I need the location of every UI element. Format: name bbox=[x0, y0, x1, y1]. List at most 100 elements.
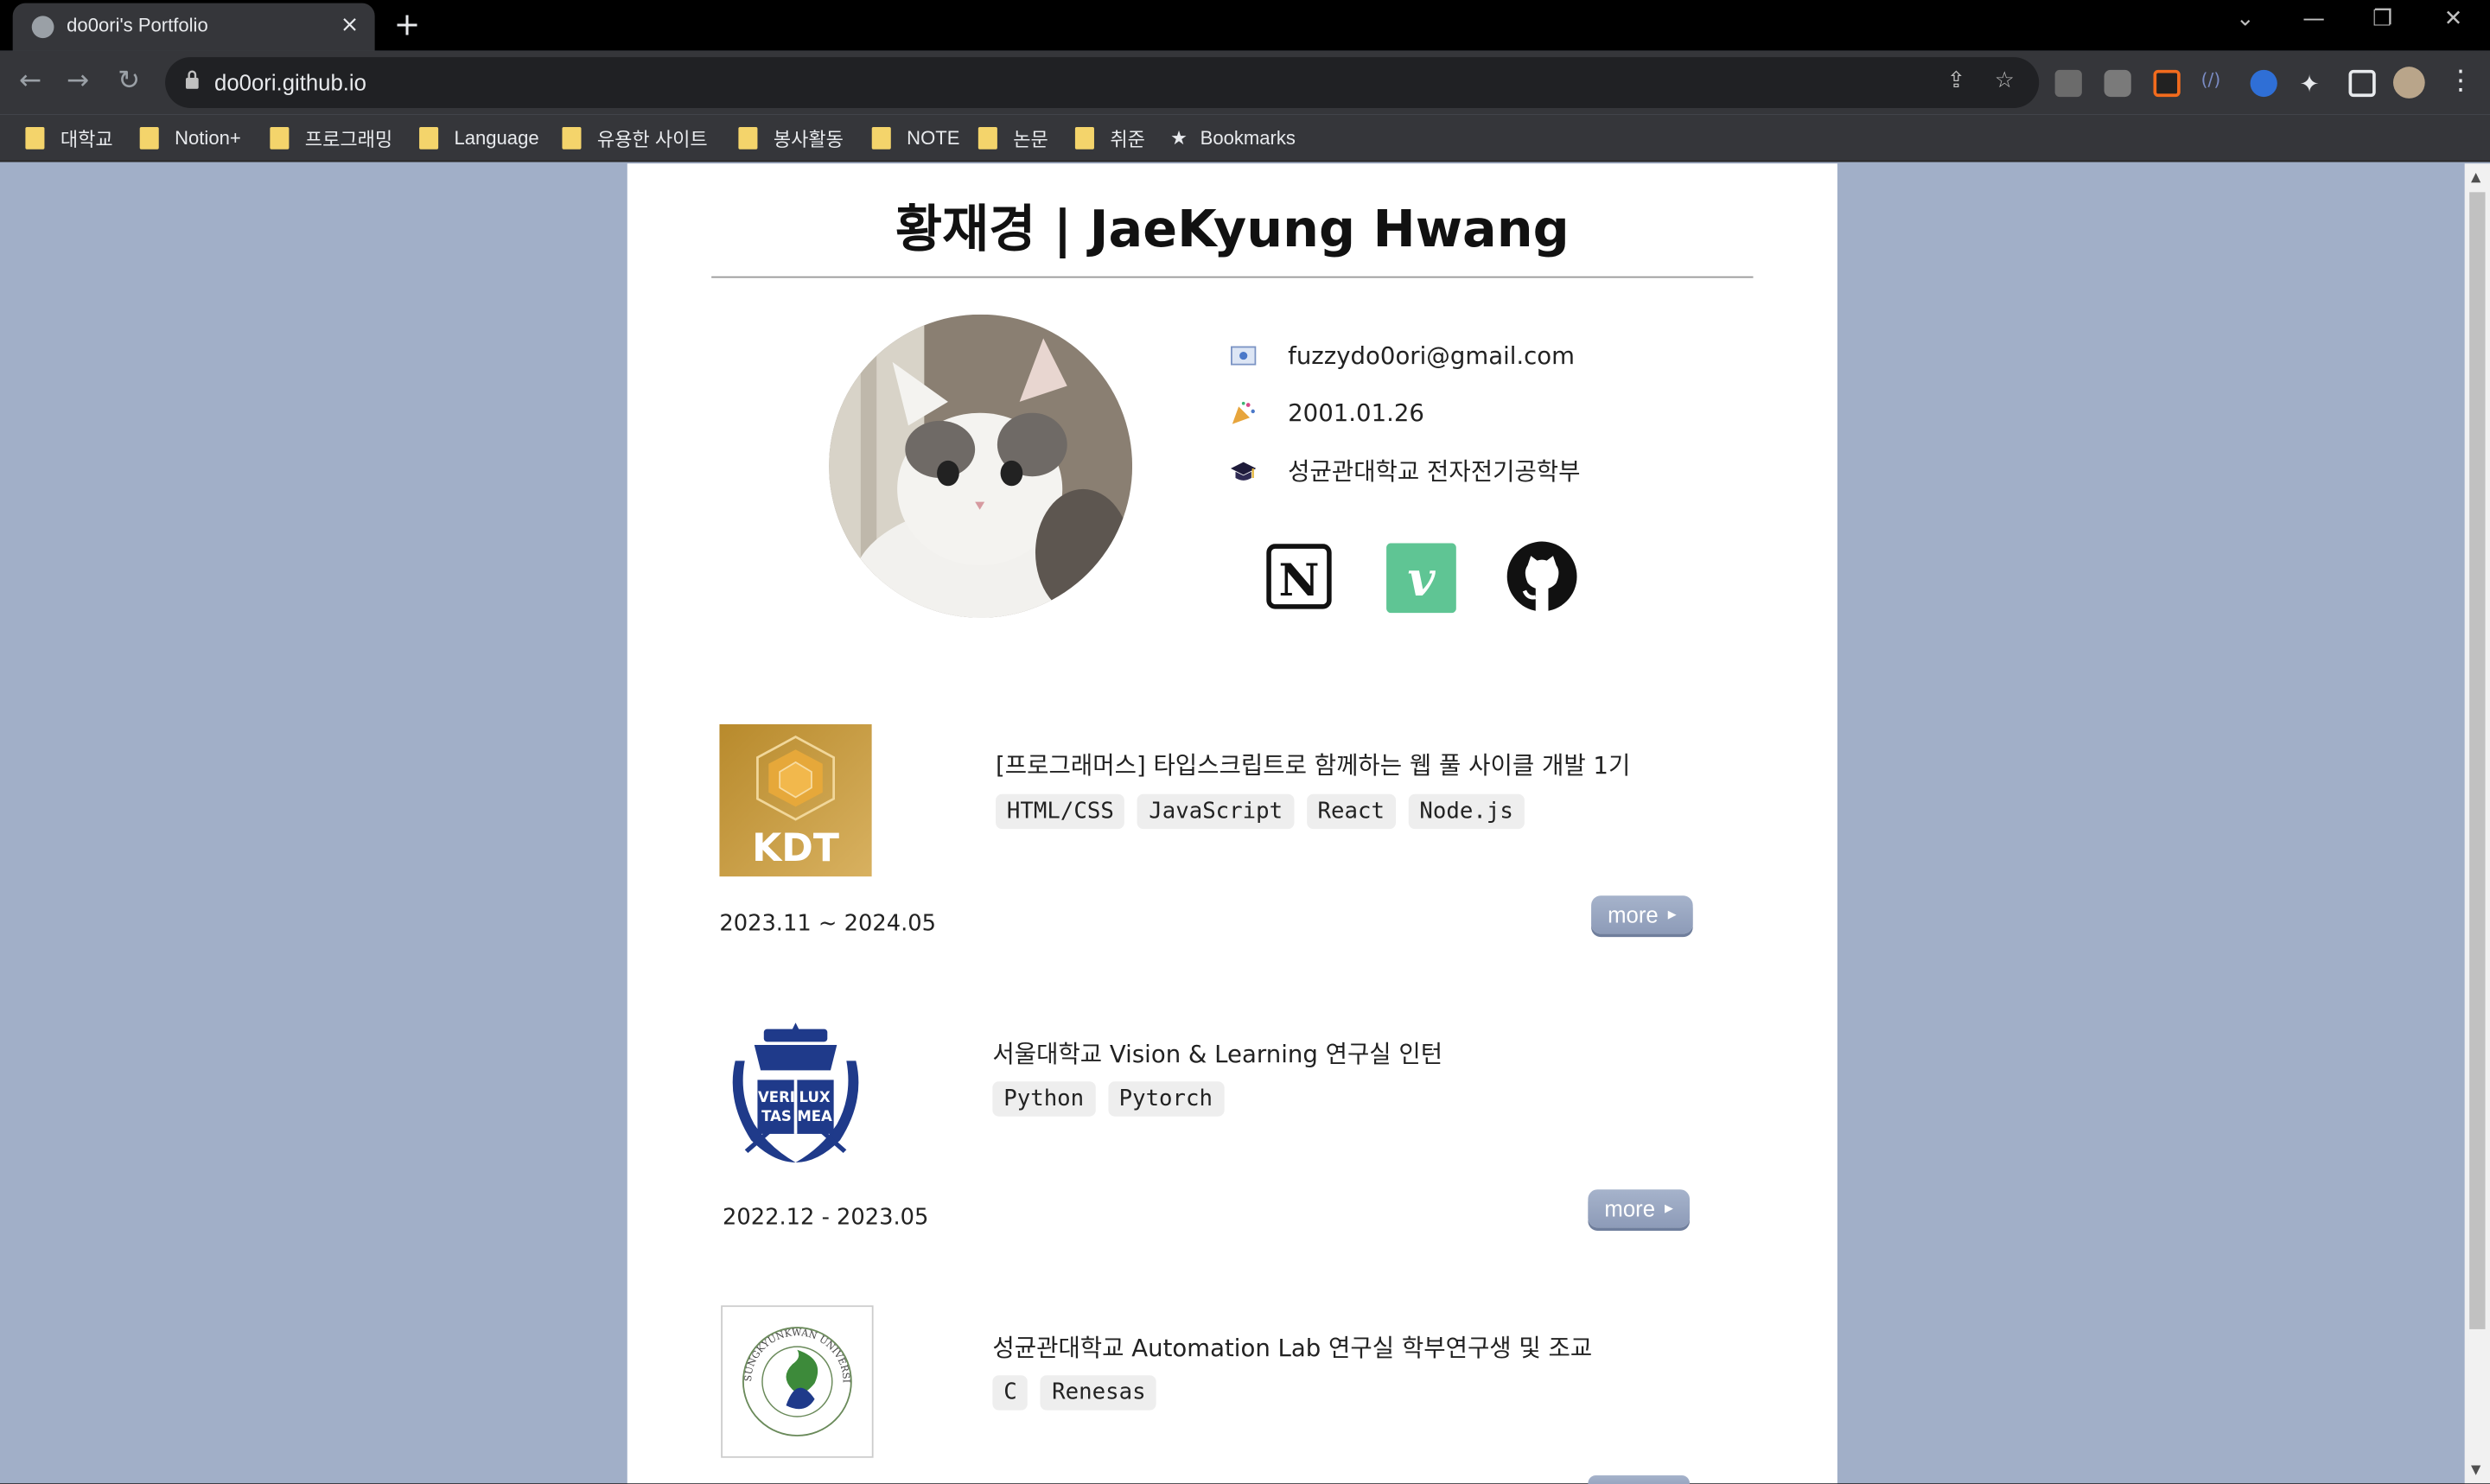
camera-icon[interactable] bbox=[2104, 69, 2131, 98]
share-icon[interactable]: ⇪ bbox=[1947, 68, 1966, 93]
kdt-logo-text: KDT bbox=[752, 826, 839, 870]
bookmark-folder[interactable]: 대학교 bbox=[25, 124, 113, 152]
circle-extension-icon[interactable] bbox=[2250, 69, 2277, 98]
url-text: do0ori.github.io bbox=[214, 69, 366, 96]
divider bbox=[711, 276, 1754, 278]
tag: C bbox=[992, 1375, 1028, 1411]
minimize-button[interactable]: — bbox=[2302, 6, 2325, 31]
scroll-up-arrow-icon[interactable]: ▲ bbox=[2471, 170, 2480, 185]
folder-icon bbox=[139, 126, 159, 150]
page-title: 황재경 | JaeKyung Hwang bbox=[895, 198, 1570, 259]
tag: HTML/CSS bbox=[996, 793, 1125, 830]
tag: Node.js bbox=[1408, 793, 1525, 830]
tag-list: C Renesas bbox=[992, 1375, 1157, 1411]
more-button[interactable]: more ▶ bbox=[1588, 1189, 1690, 1228]
bookmark-folder[interactable]: 프로그래밍 bbox=[270, 124, 392, 152]
caret-right-icon: ▶ bbox=[1665, 1201, 1673, 1215]
project-date: 2022.12 - 2023.05 bbox=[723, 1205, 929, 1231]
logo-text: VERI bbox=[758, 1089, 795, 1105]
back-arrow-icon[interactable]: ← bbox=[19, 65, 41, 97]
tag: React bbox=[1306, 793, 1396, 830]
wappalyzer-icon[interactable]: (/) bbox=[2201, 70, 2228, 97]
svg-text:v: v bbox=[1407, 551, 1436, 607]
envelope-icon bbox=[1230, 343, 1257, 368]
forward-arrow-icon[interactable]: → bbox=[67, 65, 89, 97]
folder-icon bbox=[419, 126, 439, 150]
project-date: 2023.11 ~ 2024.05 bbox=[719, 911, 937, 938]
lock-icon bbox=[185, 70, 199, 89]
tag: Python bbox=[992, 1081, 1096, 1117]
folder-icon bbox=[738, 126, 758, 150]
bookmark-folder[interactable]: 유용한 사이트 bbox=[562, 124, 708, 152]
folder-icon bbox=[871, 126, 891, 150]
more-button[interactable] bbox=[1588, 1474, 1690, 1484]
portfolio-container: 황재경 | JaeKyung Hwang fuzzydo0ori@gmail.c… bbox=[627, 163, 1837, 1484]
email-row: fuzzydo0ori@gmail.com bbox=[1230, 341, 1575, 370]
bookmark-folder[interactable]: Notion+ bbox=[139, 124, 241, 152]
school-text: 성균관대학교 전자전기공학부 bbox=[1288, 457, 1581, 487]
folder-icon bbox=[978, 126, 997, 150]
github-icon[interactable] bbox=[1506, 540, 1579, 614]
email-text[interactable]: fuzzydo0ori@gmail.com bbox=[1288, 341, 1575, 370]
menu-kebab-icon[interactable]: ⋮ bbox=[2447, 65, 2474, 97]
tab-search-icon[interactable]: ⌄ bbox=[2236, 6, 2255, 31]
address-bar[interactable]: do0ori.github.io ⇪ ☆ bbox=[165, 57, 2040, 108]
bookmark-folder[interactable]: Language bbox=[419, 124, 539, 152]
bookmarks-link[interactable]: ★ Bookmarks bbox=[1170, 124, 1296, 152]
bookmark-folder[interactable]: 봉사활동 bbox=[738, 124, 844, 152]
school-row: 성균관대학교 전자전기공학부 bbox=[1230, 454, 1581, 487]
birthday-row: 2001.01.26 bbox=[1231, 398, 1424, 427]
bookmark-folder[interactable]: 논문 bbox=[978, 124, 1048, 152]
folder-icon bbox=[562, 126, 582, 150]
tag: Renesas bbox=[1041, 1375, 1157, 1411]
skku-logo: SUNGKYUNKWAN UNIVERSITY bbox=[718, 1298, 874, 1458]
folder-icon bbox=[1074, 126, 1094, 150]
page-scrollbar[interactable]: ▲ ▼ bbox=[2464, 163, 2490, 1484]
party-popper-icon bbox=[1231, 400, 1256, 425]
lighthouse-icon[interactable] bbox=[2153, 69, 2181, 98]
tab-strip: do0ori's Portfolio × + ⌄ — ❐ ✕ bbox=[0, 0, 2490, 51]
bookmarks-bar: 대학교 Notion+ 프로그래밍 Language 유용한 사이트 봉사활동 … bbox=[0, 114, 2490, 162]
close-tab-icon[interactable]: × bbox=[341, 13, 360, 38]
project-title: [프로그래머스] 타입스크립트로 함께하는 웹 풀 사이클 개발 1기 bbox=[996, 751, 1631, 780]
reload-icon[interactable]: ↻ bbox=[118, 65, 140, 97]
browser-toolbar: ← → ↻ do0ori.github.io ⇪ ☆ (/) ✦ ⋮ bbox=[0, 50, 2490, 115]
folder-icon bbox=[25, 126, 45, 150]
star-icon: ★ bbox=[1170, 126, 1188, 150]
side-panel-icon[interactable] bbox=[2348, 69, 2376, 98]
tag-list: HTML/CSS JavaScript React Node.js bbox=[996, 793, 1525, 830]
web-page: 황재경 | JaeKyung Hwang fuzzydo0ori@gmail.c… bbox=[0, 163, 2490, 1484]
notion-icon[interactable]: N bbox=[1263, 540, 1336, 614]
more-button[interactable]: more ▶ bbox=[1591, 895, 1693, 934]
logo-text: MEA bbox=[797, 1108, 832, 1124]
scrollbar-thumb[interactable] bbox=[2469, 192, 2486, 1329]
restore-button[interactable]: ❐ bbox=[2372, 6, 2392, 31]
tag: JavaScript bbox=[1137, 793, 1294, 830]
globe-icon bbox=[31, 16, 54, 39]
bookmark-star-icon[interactable]: ☆ bbox=[1995, 68, 2015, 93]
logo-text: LUX bbox=[799, 1089, 831, 1105]
svg-text:N: N bbox=[1278, 555, 1319, 607]
velog-icon[interactable]: v bbox=[1386, 543, 1456, 614]
browser-tab[interactable]: do0ori's Portfolio × bbox=[12, 3, 375, 51]
project-title: 서울대학교 Vision & Learning 연구실 인턴 bbox=[992, 1040, 1443, 1069]
tag-list: Python Pytorch bbox=[992, 1081, 1224, 1117]
avatar[interactable] bbox=[2392, 67, 2425, 99]
logo-text: TAS bbox=[761, 1108, 792, 1124]
tab-title: do0ori's Portfolio bbox=[67, 14, 208, 37]
caret-right-icon: ▶ bbox=[1667, 908, 1677, 921]
folder-icon bbox=[270, 126, 290, 150]
profile-photo bbox=[829, 314, 1133, 618]
kdt-logo: KDT bbox=[719, 723, 872, 877]
snu-logo: VERI LUX TAS MEA bbox=[719, 1013, 871, 1165]
puzzle-icon[interactable]: ✦ bbox=[2300, 70, 2327, 99]
new-tab-button[interactable]: + bbox=[394, 5, 421, 43]
scroll-down-arrow-icon[interactable]: ▼ bbox=[2471, 1462, 2480, 1477]
close-window-button[interactable]: ✕ bbox=[2444, 6, 2463, 31]
birthday-text: 2001.01.26 bbox=[1288, 398, 1424, 428]
bookmark-folder[interactable]: NOTE bbox=[871, 124, 959, 152]
project-title: 성균관대학교 Automation Lab 연구실 학부연구생 및 조교 bbox=[992, 1334, 1593, 1363]
bookmark-folder[interactable]: 취준 bbox=[1074, 124, 1145, 152]
graduation-cap-icon bbox=[1230, 458, 1257, 483]
extension-n-icon[interactable] bbox=[2054, 69, 2082, 98]
